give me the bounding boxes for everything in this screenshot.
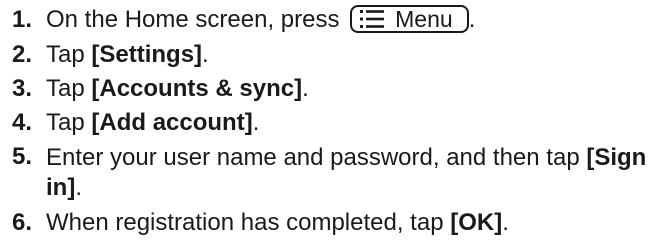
step-number: 2. [12,40,33,68]
step-text-before: Tap [46,108,92,136]
instruction-steps: 1. On the Home screen, press Menu . 2. T… [12,4,662,243]
step-text-after: . [302,74,309,102]
step-text-before: Tap [46,74,92,102]
step-5: 5. Enter your user name and password, an… [12,143,662,203]
step-3: 3. Tap [Accounts & sync]. [12,75,662,103]
step-number: 5. [12,142,33,170]
step-text-after: . [202,40,209,68]
step-text: When registration has completed, tap [OK… [46,209,662,237]
step-text: Tap [Settings]. [46,41,662,69]
menu-key-label: Menu [395,5,453,32]
step-number: 6. [12,208,33,236]
step-bold-label: [Accounts & sync] [91,74,303,102]
step-text-after: . [502,208,509,236]
step-1: 1. On the Home screen, press Menu . [12,4,662,35]
step-text-before: On the Home screen, press [46,6,340,33]
step-2: 2. Tap [Settings]. [12,41,662,69]
step-bold-label: [OK] [450,208,503,236]
step-text-after: . [75,173,82,201]
step-bold-label: [Settings] [91,40,203,68]
step-text-before: Enter your user name and password, and t… [46,143,587,171]
menu-key: Menu [350,4,469,33]
step-bold-label: [Add account] [91,108,253,136]
step-text: On the Home screen, press Menu . [46,4,662,35]
step-text: Tap [Add account]. [46,109,662,137]
step-number: 1. [12,6,33,33]
menu-list-icon [360,9,385,28]
step-4: 4. Tap [Add account]. [12,109,662,137]
step-text-after: . [468,6,476,33]
step-number: 3. [12,74,33,102]
step-text-before: When registration has completed, tap [46,208,451,236]
step-6: 6. When registration has completed, tap … [12,209,662,237]
step-text: Enter your user name and password, and t… [46,143,662,203]
step-text-before: Tap [46,40,92,68]
step-text: Tap [Accounts & sync]. [46,75,662,103]
step-number: 4. [12,108,33,136]
step-text-after: . [252,108,260,136]
